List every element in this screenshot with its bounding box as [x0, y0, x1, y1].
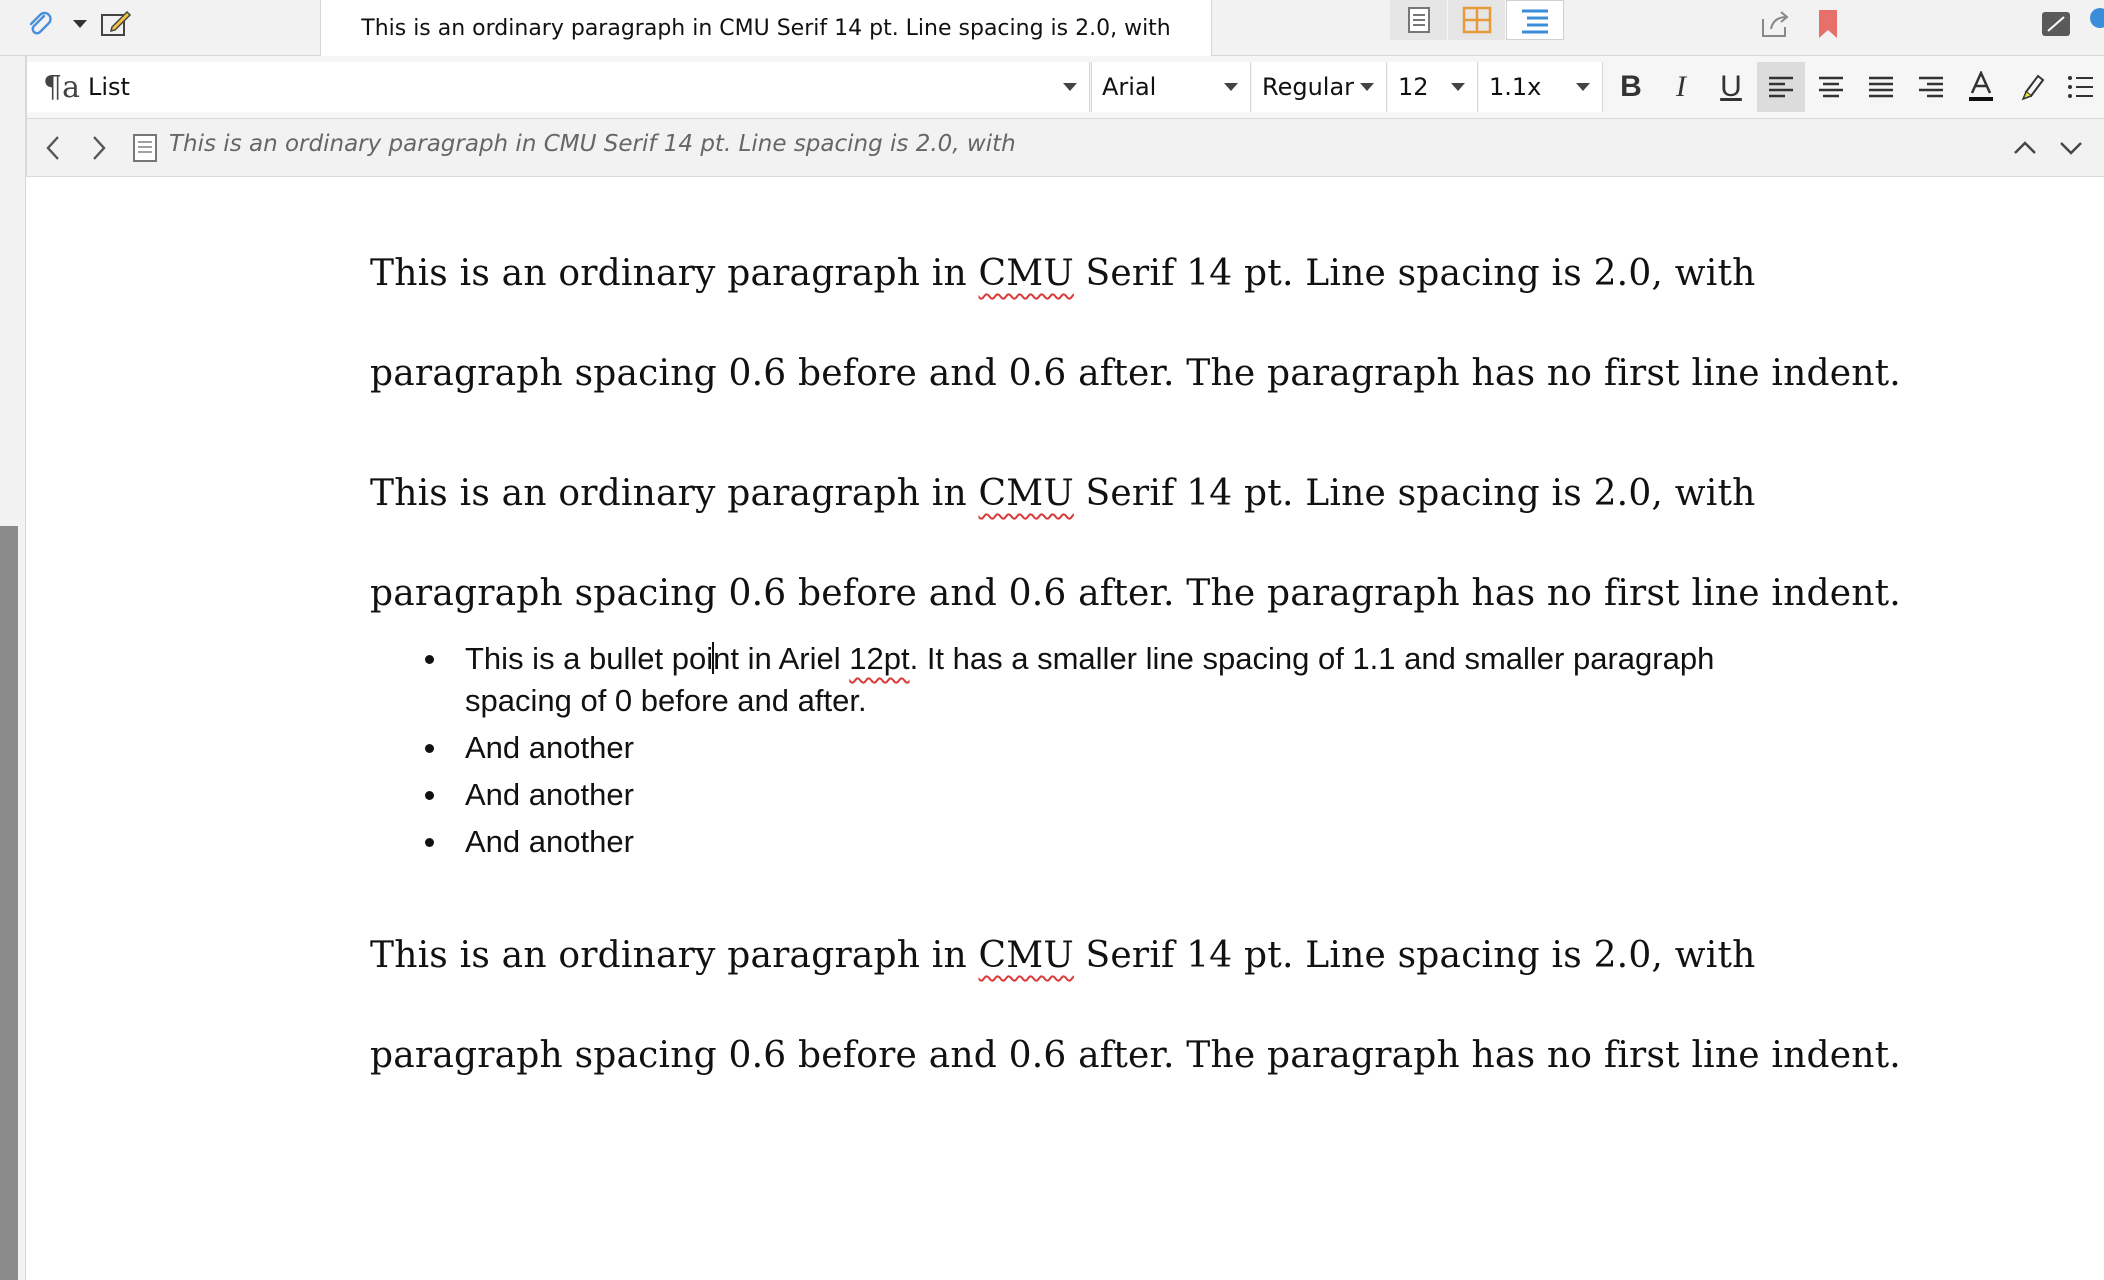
paragraph-style-value: List — [87, 73, 130, 101]
list-item[interactable]: And another — [370, 774, 1790, 816]
bookmark-icon[interactable] — [1808, 4, 1848, 44]
italic-button[interactable]: I — [1657, 62, 1705, 112]
text-run: Serif 14 pt. Line spacing is 2.0, with — [1073, 935, 1756, 976]
paragraph-line: paragraph spacing 0.6 before and 0.6 aft… — [370, 573, 1901, 614]
chevron-down-icon — [1576, 83, 1590, 91]
back-icon[interactable] — [33, 128, 73, 168]
bold-button[interactable]: B — [1607, 62, 1655, 112]
share-icon[interactable] — [1755, 4, 1795, 44]
chevron-down-icon — [1360, 83, 1374, 91]
paragraph-2[interactable]: This is an ordinary paragraph in CMU Ser… — [370, 444, 1901, 644]
paragraph-line: This is an ordinary paragraph in CMU Ser… — [370, 906, 1901, 1006]
misspelled-word[interactable]: CMU — [979, 935, 1074, 976]
paragraph-line: This is an ordinary paragraph in CMU Ser… — [370, 444, 1901, 544]
text-run: This is an ordinary paragraph in — [370, 253, 979, 294]
left-scrollbar[interactable] — [0, 526, 18, 1280]
paragraph-1[interactable]: This is an ordinary paragraph in CMU Ser… — [370, 224, 1901, 424]
document-tab[interactable]: This is an ordinary paragraph in CMU Ser… — [320, 0, 1212, 56]
highlight-icon[interactable] — [2007, 62, 2055, 112]
grid-view-icon[interactable] — [1448, 0, 1506, 40]
text-color-icon[interactable] — [1957, 62, 2005, 112]
list-item[interactable]: And another — [370, 821, 1790, 863]
text-run: This is a bullet poi — [465, 641, 714, 676]
compose-icon[interactable] — [96, 4, 136, 44]
text-run: Serif 14 pt. Line spacing is 2.0, with — [1073, 473, 1756, 514]
chevron-down-icon[interactable] — [2051, 128, 2091, 168]
list-item[interactable]: This is a bullet point in Ariel 12pt. It… — [370, 638, 1790, 722]
list-icon[interactable] — [2057, 62, 2104, 112]
underline-button[interactable]: U — [1707, 62, 1755, 112]
font-family-select[interactable]: Arial — [1091, 62, 1251, 112]
bullet-marker — [425, 655, 434, 664]
align-right-icon[interactable] — [1907, 62, 1955, 112]
format-toolbar: ¶a List Arial Regular 12 1.1x B I U — [26, 56, 2104, 119]
panel-toggle-icon[interactable] — [2036, 4, 2076, 44]
line-spacing-value: 1.1x — [1489, 73, 1542, 101]
font-family-value: Arial — [1102, 73, 1157, 101]
text-run: This is an ordinary paragraph in — [370, 935, 979, 976]
breadcrumb: This is an ordinary paragraph in CMU Ser… — [169, 131, 1016, 157]
text-run: This is an ordinary paragraph in — [370, 473, 979, 514]
misspelled-word[interactable]: CMU — [979, 253, 1074, 294]
paperclip-icon[interactable] — [20, 4, 60, 44]
page-view-icon[interactable] — [1390, 0, 1448, 40]
font-size-select[interactable]: 12 — [1388, 62, 1478, 112]
text-run: Serif 14 pt. Line spacing is 2.0, with — [1073, 253, 1756, 294]
outline-view-icon[interactable] — [1506, 0, 1564, 40]
chevron-down-icon — [1451, 83, 1465, 91]
forward-icon[interactable] — [79, 128, 119, 168]
misspelled-word[interactable]: 12pt — [849, 641, 909, 676]
navigation-bar: This is an ordinary paragraph in CMU Ser… — [26, 119, 2104, 177]
paragraph-line: paragraph spacing 0.6 before and 0.6 aft… — [370, 353, 1901, 394]
font-weight-value: Regular — [1262, 73, 1355, 101]
align-center-icon[interactable] — [1807, 62, 1855, 112]
status-indicator — [2090, 8, 2104, 28]
misspelled-word[interactable]: CMU — [979, 473, 1074, 514]
font-size-value: 12 — [1398, 73, 1429, 101]
chevron-down-icon — [1224, 83, 1238, 91]
paragraph-style-icon: ¶a — [43, 69, 80, 105]
paragraph-line: paragraph spacing 0.6 before and 0.6 aft… — [370, 1035, 1901, 1076]
paragraph-style-select[interactable]: ¶a List — [27, 62, 1090, 112]
paragraph-line: This is an ordinary paragraph in CMU Ser… — [370, 224, 1901, 324]
paragraph-3[interactable]: This is an ordinary paragraph in CMU Ser… — [370, 906, 1901, 1106]
bullet-marker — [425, 791, 434, 800]
title-bar: This is an ordinary paragraph in CMU Ser… — [0, 0, 2104, 56]
list-item-text: And another — [465, 824, 634, 859]
chevron-up-icon[interactable] — [2005, 128, 2045, 168]
view-mode-group — [1390, 0, 1564, 40]
list-item[interactable]: And another — [370, 727, 1790, 769]
align-justify-icon[interactable] — [1857, 62, 1905, 112]
list-item-text: And another — [465, 777, 634, 812]
document-editor[interactable]: This is an ordinary paragraph in CMU Ser… — [27, 178, 2104, 1280]
chevron-down-icon — [1063, 83, 1077, 91]
line-spacing-select[interactable]: 1.1x — [1479, 62, 1603, 112]
bullet-marker — [425, 744, 434, 753]
align-left-icon[interactable] — [1757, 62, 1805, 112]
text-run: nt in Ariel — [713, 641, 850, 676]
list-item-text: And another — [465, 730, 634, 765]
font-weight-select[interactable]: Regular — [1252, 62, 1387, 112]
dropdown-arrow-icon[interactable] — [60, 4, 100, 44]
bullet-list: This is a bullet point in Ariel 12pt. It… — [370, 638, 1790, 868]
document-icon — [125, 128, 165, 168]
bullet-marker — [425, 838, 434, 847]
